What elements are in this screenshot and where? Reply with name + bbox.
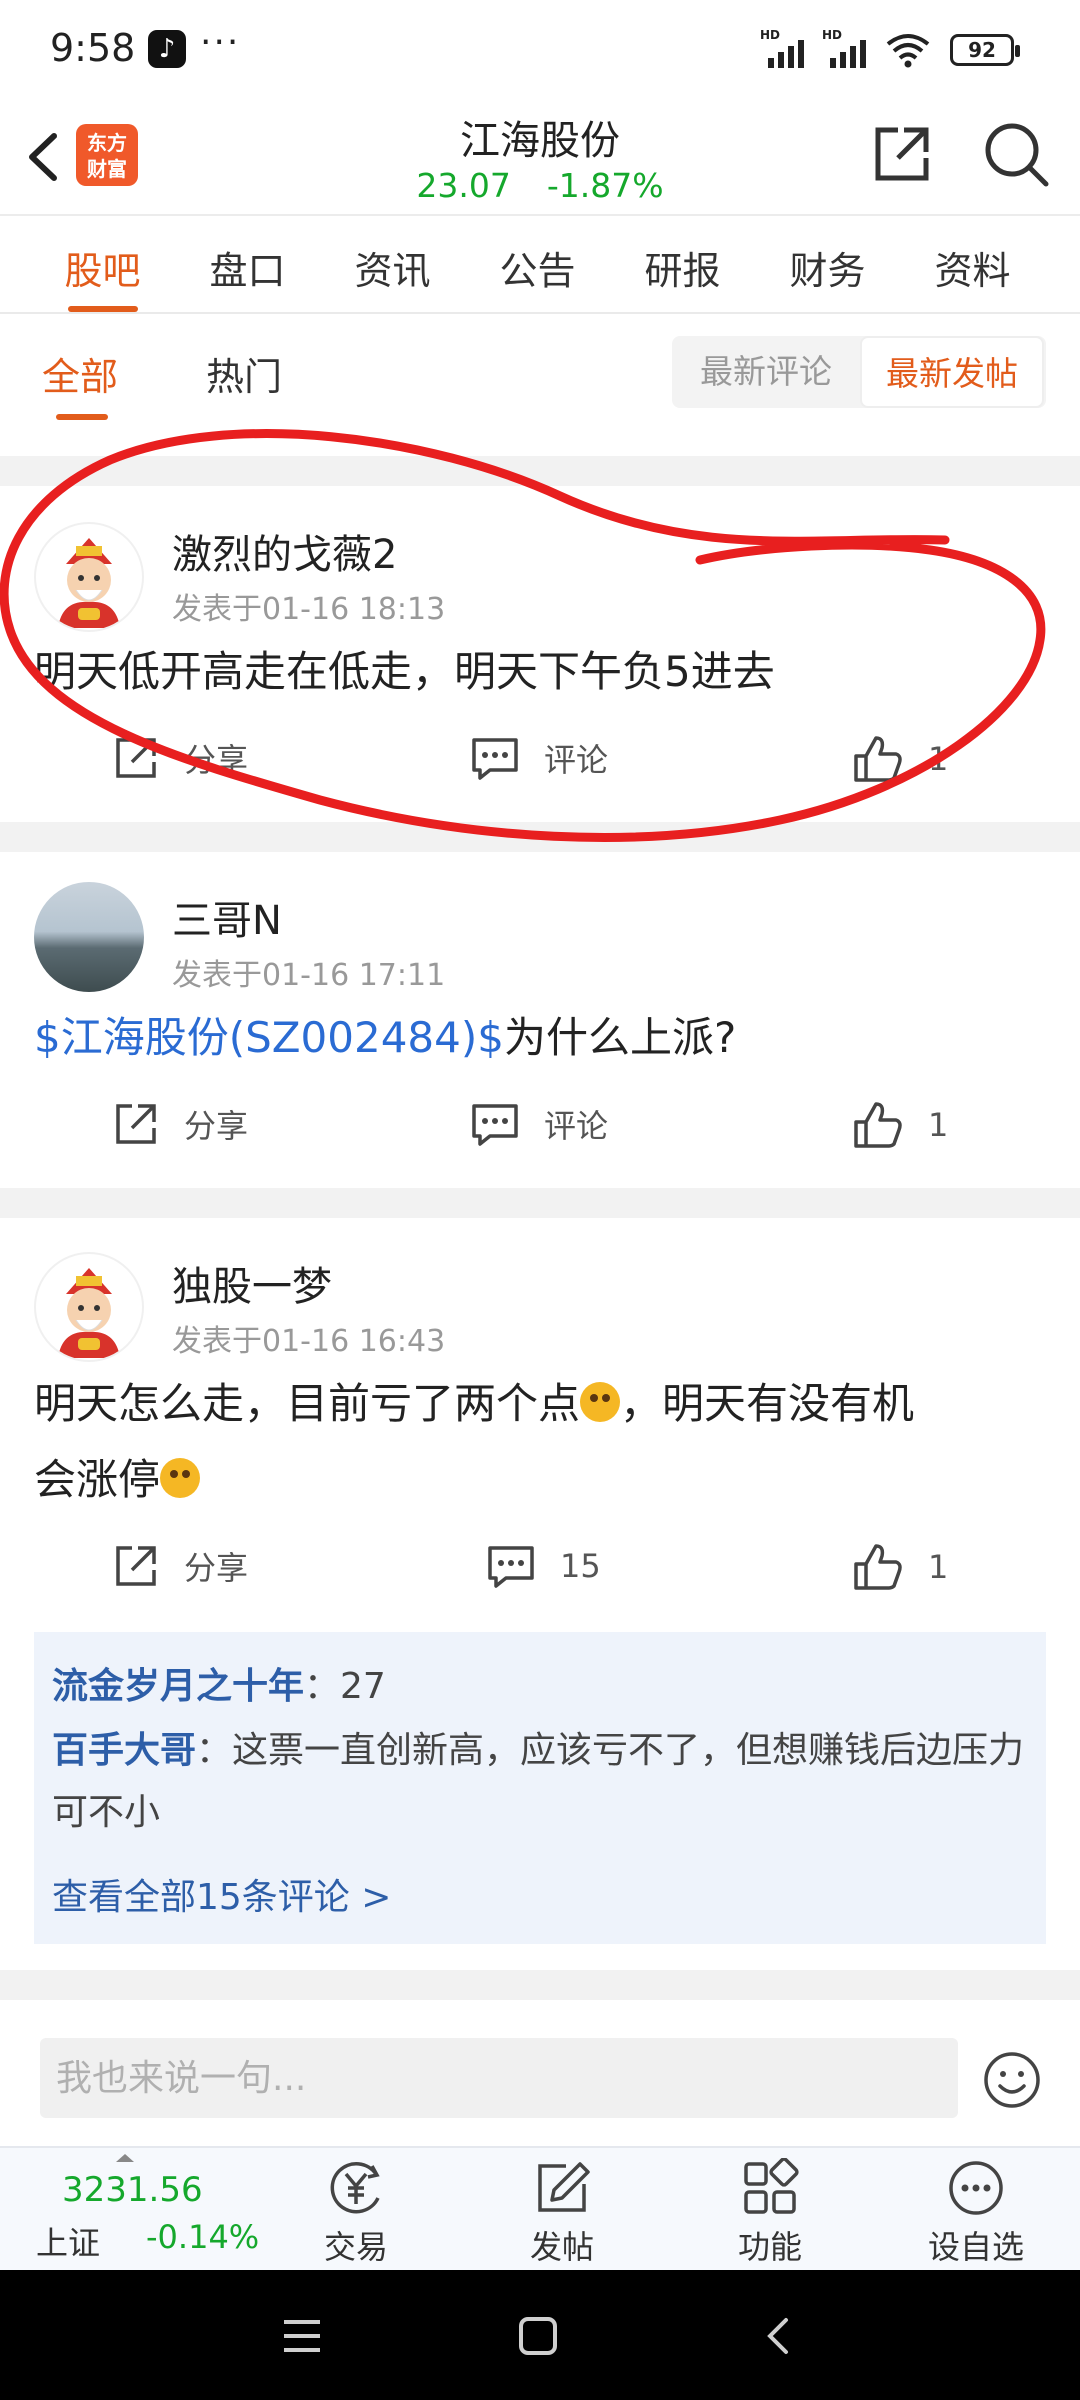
post-username[interactable]: 独股一梦 [172, 1254, 332, 1312]
back-nav-icon[interactable] [758, 2316, 798, 2356]
avatar[interactable] [34, 1252, 144, 1362]
index-change: -0.14% [146, 2218, 260, 2256]
nav-trade[interactable]: 交易 [276, 2148, 436, 2272]
post-card[interactable]: 独股一梦 发表于01-16 16:43 明天怎么走，目前亏了两个点 ，明天有没有机… [0, 1218, 1080, 1970]
stock-tag-link[interactable]: $江海股份(SZ002484)$ [34, 1013, 504, 1062]
post-card[interactable]: 三哥N 发表于01-16 17:11 $江海股份(SZ002484)$为什么上派… [0, 852, 1080, 1188]
share-icon[interactable] [870, 122, 934, 186]
share-icon [116, 1546, 156, 1586]
tab-research[interactable]: 研报 [610, 216, 755, 312]
sort-latest-comment[interactable]: 最新评论 [672, 336, 860, 408]
post-username[interactable]: 激烈的戈薇2 [172, 522, 397, 580]
emoji-picker-icon[interactable] [982, 2050, 1042, 2110]
comment-input[interactable] [40, 2038, 958, 2118]
apps-grid-icon [744, 2158, 799, 2214]
post-time: 发表于01-16 18:13 [172, 592, 446, 627]
nav-add-watchlist[interactable]: 设自选 [896, 2148, 1056, 2272]
status-time: 9:58 [50, 26, 136, 70]
nav-compose[interactable]: 发帖 [482, 2148, 642, 2272]
signal-icon: HD [760, 28, 812, 68]
tab-finance[interactable]: 财务 [755, 216, 900, 312]
sort-latest-post[interactable]: 最新发帖 [860, 336, 1044, 408]
crying-emoji-icon [580, 1382, 621, 1422]
tab-announcements[interactable]: 公告 [465, 216, 610, 312]
status-bar: 9:58 ♪ ··· HD HD 92 [0, 0, 1080, 100]
battery-icon: 92 [950, 34, 1020, 66]
comment-preview-item[interactable]: 流金岁月之十年：27 [52, 1656, 1032, 1718]
nav-functions[interactable]: 功能 [690, 2148, 850, 2272]
tiktok-icon: ♪ [148, 30, 186, 68]
share-button[interactable]: 分享 [112, 1542, 248, 1590]
avatar[interactable] [34, 882, 144, 992]
tab-pankou[interactable]: 盘口 [175, 216, 320, 312]
tab-profile[interactable]: 资料 [900, 216, 1045, 312]
subtab-hot[interactable]: 热门 [206, 346, 282, 401]
sort-toggle: 最新评论 最新发帖 [672, 336, 1046, 408]
comment-preview-item[interactable]: 百手大哥：这票一直创新高，应该亏不了，但想赚钱后边压力可不小 [52, 1720, 1032, 1844]
comment-button[interactable]: 评论 [470, 734, 608, 782]
share-button[interactable]: 分享 [112, 734, 248, 782]
signal-icon: HD [822, 28, 874, 68]
post-body[interactable]: 明天怎么走，目前亏了两个点 ，明天有没有机 会涨停 [34, 1366, 1044, 1518]
more-circle-icon [949, 2161, 1003, 2215]
section-gap [0, 1188, 1080, 1218]
like-button[interactable]: 1 [852, 1542, 948, 1592]
more-notifications-icon: ··· [200, 22, 241, 63]
comment-icon [472, 1104, 518, 1146]
like-button[interactable]: 1 [852, 734, 948, 784]
post-time: 发表于01-16 16:43 [172, 1324, 446, 1359]
trade-yen-icon [330, 2162, 380, 2214]
caret-up-icon [116, 2154, 134, 2162]
comment-icon [472, 738, 518, 780]
index-value: 3231.56 [62, 2170, 203, 2210]
share-icon [116, 1104, 156, 1144]
home-icon[interactable] [518, 2316, 558, 2356]
thumbs-up-icon [854, 736, 902, 782]
index-name: 上证 [36, 2224, 101, 2262]
thumbs-up-icon [854, 1544, 902, 1590]
post-body[interactable]: 明天低开高走在低走，明天下午负5进去 [34, 634, 1044, 710]
subtab-all[interactable]: 全部 [42, 346, 118, 420]
sub-tabs: 全部 热门 最新评论 最新发帖 [0, 314, 1080, 430]
stock-price: 23.07 [416, 166, 511, 205]
share-button[interactable]: 分享 [112, 1100, 248, 1148]
bottom-nav: 3231.56 上证 -0.14% 交易 发帖 功能 设自选 [0, 2146, 1080, 2270]
view-all-comments-link[interactable]: 查看全部15条评论 > [52, 1868, 391, 1920]
main-tabs: 股吧 盘口 资讯 公告 研报 财务 资料 [0, 216, 1080, 312]
section-gap [0, 822, 1080, 852]
stock-header: 东方 财富 江海股份 23.07 -1.87% [0, 100, 1080, 216]
tab-news[interactable]: 资讯 [320, 216, 465, 312]
avatar[interactable] [34, 522, 144, 632]
menu-icon[interactable] [282, 2316, 322, 2356]
stock-change: -1.87% [546, 166, 664, 205]
comment-icon [488, 1546, 534, 1588]
comments-preview[interactable]: 流金岁月之十年：27 百手大哥：这票一直创新高，应该亏不了，但想赚钱后边压力可不… [34, 1632, 1046, 1944]
post-body[interactable]: $江海股份(SZ002484)$为什么上派? [34, 1000, 1044, 1076]
wifi-icon [886, 34, 930, 68]
comment-input-bar [0, 2000, 1080, 2146]
post-card[interactable]: 激烈的戈薇2 发表于01-16 18:13 明天低开高走在低走，明天下午负5进去… [0, 486, 1080, 822]
comment-button[interactable]: 评论 [470, 1100, 608, 1148]
post-time: 发表于01-16 17:11 [172, 958, 446, 993]
comment-button[interactable]: 15 [486, 1542, 601, 1590]
post-username[interactable]: 三哥N [172, 888, 282, 946]
tab-guba[interactable]: 股吧 [30, 216, 175, 312]
system-navigation-bar [0, 2270, 1080, 2400]
share-icon [116, 738, 156, 778]
section-gap [0, 1970, 1080, 2000]
confused-emoji-icon [160, 1458, 201, 1498]
section-gap [0, 456, 1080, 486]
like-button[interactable]: 1 [852, 1100, 948, 1150]
search-icon[interactable] [982, 120, 1050, 188]
thumbs-up-icon [854, 1102, 902, 1148]
compose-icon [538, 2162, 590, 2212]
